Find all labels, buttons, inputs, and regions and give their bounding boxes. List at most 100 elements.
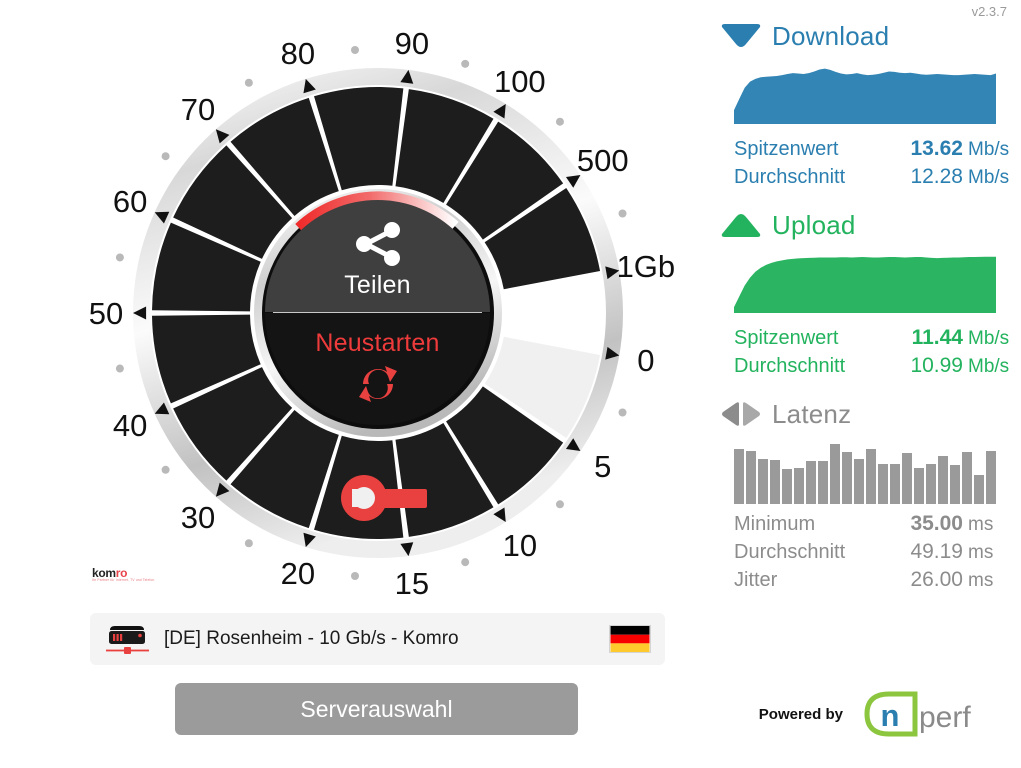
gauge-minor-dot (244, 539, 253, 548)
latency-bar (914, 467, 924, 504)
gauge-minor-dot (618, 209, 627, 218)
npref-speedtest-result-screen: v2.3.7 0 5 10 15 20 30 40 50 60 70 80 90… (0, 0, 1021, 768)
gauge-minor-dot (244, 78, 253, 87)
upload-result-block: Upload Spitzenwert 11.44 Mb/s Durchschni… (720, 207, 1010, 380)
gauge-minor-dot (161, 152, 170, 161)
server-name-label: [DE] Rosenheim - 10 Gb/s - Komro (164, 628, 459, 649)
gauge-scale-label: 10 (503, 528, 537, 563)
latency-bar-chart (734, 442, 996, 504)
upload-avg-unit: Mb/s (968, 356, 1010, 377)
latency-bar (746, 451, 756, 504)
operator-logo-tagline: Ihr Partner für Internet, TV und Telefon (92, 578, 155, 582)
gauge-minor-dot (555, 500, 564, 509)
gauge-scale-label: 100 (494, 64, 546, 99)
results-panel: Download Spitzenwert 13.62 Mb/s Durchsch… (720, 18, 1010, 610)
gauge-minor-dot (555, 117, 564, 126)
download-peak-unit: Mb/s (968, 139, 1010, 160)
gauge-scale-label: 5 (594, 449, 611, 484)
download-avg-label: Durchschnitt (734, 166, 846, 188)
latency-avg-value: 49.19 (910, 540, 963, 563)
speed-gauge: 0 5 10 15 20 30 40 50 60 70 80 90 100 500 1Gb Teilen (0, 0, 700, 600)
upload-peak-row: Spitzenwert 11.44 Mb/s (720, 324, 1010, 352)
latency-bar (818, 461, 828, 504)
upload-graph (734, 256, 996, 313)
download-peak-label: Spitzenwert (734, 138, 839, 160)
powered-by: Powered by n perf (759, 690, 1003, 738)
gauge-minor-dot (161, 465, 170, 474)
latency-bar (842, 451, 852, 504)
latency-jitter-label: Jitter (734, 569, 778, 591)
gauge-minor-dot (115, 253, 124, 262)
gauge-scale-label: 30 (181, 500, 215, 535)
flag-de-icon (609, 625, 651, 653)
gauge-scale-label: 20 (281, 556, 315, 591)
app-version-label: v2.3.7 (971, 4, 1007, 19)
gauge-minor-dot (461, 558, 470, 567)
download-graph (734, 68, 996, 124)
nperf-logo-perf: perf (919, 701, 971, 734)
upload-avg-label: Durchschnitt (734, 355, 846, 377)
gauge-scale-label: 15 (395, 566, 429, 600)
gauge-scale-label: 0 (637, 343, 654, 378)
latency-bar (878, 464, 888, 504)
latency-jitter-row: Jitter 26.00 ms (720, 566, 1010, 594)
graph-area (734, 256, 996, 313)
download-result-block: Download Spitzenwert 13.62 Mb/s Durchsch… (720, 18, 1010, 191)
gauge-scale-label: 1Gb (617, 249, 676, 284)
latency-header: Latenz (720, 396, 1010, 432)
gauge-minor-dot (115, 364, 124, 373)
upload-peak-unit: Mb/s (968, 328, 1010, 349)
server-select-button[interactable]: Serverauswahl (175, 683, 578, 735)
upload-title: Upload (772, 209, 856, 240)
download-avg-value: 12.28 (910, 165, 963, 188)
gauge-scale-label: 40 (113, 408, 147, 443)
download-peak-value: 13.62 (910, 137, 963, 160)
upload-avg-row: Durchschnitt 10.99 Mb/s (720, 352, 1010, 380)
upload-header: Upload (720, 207, 1010, 243)
download-header: Download (720, 18, 1010, 54)
latency-bar (734, 449, 744, 504)
latency-bar (806, 461, 816, 504)
latency-bar (962, 451, 972, 504)
download-avg-row: Durchschnitt 12.28 Mb/s (720, 163, 1010, 191)
latency-min-unit: ms (968, 514, 994, 535)
latency-jitter-value: 26.00 (910, 568, 963, 591)
download-avg-unit: Mb/s (968, 167, 1010, 188)
gauge-scale-label: 80 (281, 36, 315, 71)
upload-triangle-icon (721, 214, 761, 237)
gauge-scale-label: 60 (113, 184, 147, 219)
download-title: Download (772, 20, 890, 51)
latency-bar (794, 468, 804, 504)
powered-by-label: Powered by (758, 705, 843, 723)
latency-min-label: Minimum (734, 513, 816, 535)
latency-bar (782, 469, 792, 504)
latency-jitter-unit: ms (968, 570, 994, 591)
latency-avg-row: Durchschnitt 49.19 ms (720, 538, 1010, 566)
upload-peak-label: Spitzenwert (734, 327, 839, 349)
nperf-logo-icon[interactable]: n perf (855, 690, 1003, 738)
latency-result-block: Latenz Minimum 35.00 ms Durchschnitt 49.… (720, 396, 1010, 594)
latency-bar (890, 464, 900, 504)
latency-avg-label: Durchschnitt (734, 541, 846, 563)
upload-avg-value: 10.99 (910, 354, 963, 377)
latency-bar (974, 475, 984, 504)
latency-bar (902, 452, 912, 504)
latency-bar (854, 458, 864, 504)
latency-bar (758, 458, 768, 504)
gauge-minor-dot (350, 571, 359, 580)
graph-area (734, 68, 996, 124)
gauge-minor-dot (350, 46, 359, 55)
latency-bar (926, 463, 936, 504)
gauge-scale-label: 50 (89, 296, 123, 331)
server-icon (106, 626, 149, 654)
nperf-logo-n: n (881, 698, 900, 733)
latency-avg-unit: ms (968, 542, 994, 563)
gauge-scale-label: 90 (395, 26, 429, 61)
gauge-minor-dot (461, 59, 470, 68)
gauge-minor-dot (618, 408, 627, 417)
server-info-bar[interactable]: [DE] Rosenheim - 10 Gb/s - Komro (90, 613, 665, 665)
latency-title: Latenz (772, 398, 852, 429)
latency-bar (986, 451, 996, 504)
latency-bar (770, 460, 780, 504)
latency-bar (938, 456, 948, 504)
